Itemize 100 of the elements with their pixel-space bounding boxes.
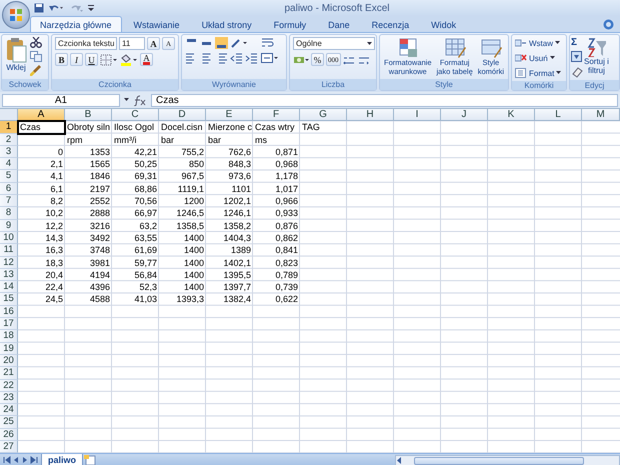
decrease-indent-icon[interactable] xyxy=(230,52,243,64)
row-header[interactable]: 16 xyxy=(0,306,18,318)
italic-button[interactable]: I xyxy=(70,53,83,66)
column-header[interactable]: H xyxy=(347,109,394,121)
office-button[interactable] xyxy=(2,1,30,29)
wrap-text-icon[interactable] xyxy=(261,37,274,49)
scroll-left-icon[interactable] xyxy=(396,457,402,464)
ribbon-tab[interactable]: Dane xyxy=(318,16,360,32)
row-header[interactable]: 9 xyxy=(0,220,18,232)
row-header[interactable]: 5 xyxy=(0,170,18,183)
row-header[interactable]: 10 xyxy=(0,232,18,244)
row-header[interactable]: 18 xyxy=(0,330,18,343)
align-bottom-icon[interactable] xyxy=(215,37,228,49)
row-header[interactable]: 26 xyxy=(0,428,18,442)
dropdown-icon[interactable] xyxy=(124,98,129,102)
row-header[interactable]: 25 xyxy=(0,416,18,429)
column-header[interactable]: B xyxy=(65,109,112,121)
row-header[interactable]: 6 xyxy=(0,182,18,196)
number-format-field[interactable]: Ogólne xyxy=(293,37,375,50)
row-header[interactable]: 23 xyxy=(0,392,18,404)
name-box[interactable]: A1 xyxy=(2,94,120,106)
dropdown-icon[interactable] xyxy=(550,56,555,60)
function-icon[interactable] xyxy=(133,94,147,106)
scroll-thumb[interactable] xyxy=(414,456,584,465)
sort-filter-button[interactable]: Sortuj i filtruj xyxy=(584,37,609,78)
row-header[interactable]: 15 xyxy=(0,293,18,306)
grow-font-button[interactable]: A xyxy=(147,37,160,50)
column-header[interactable]: I xyxy=(394,109,441,121)
font-size-field[interactable]: 11 xyxy=(119,37,145,50)
previous-sheet-icon[interactable] xyxy=(12,456,20,464)
cells-button[interactable]: Format xyxy=(515,67,562,79)
row-header[interactable]: 11 xyxy=(0,244,18,257)
row-header[interactable]: 19 xyxy=(0,342,18,355)
row-header[interactable]: 12 xyxy=(0,256,18,269)
column-header[interactable]: K xyxy=(488,109,535,121)
row-header[interactable]: 13 xyxy=(0,268,18,282)
column-header[interactable]: A xyxy=(18,109,65,121)
column-header[interactable]: J xyxy=(441,109,488,121)
scissors-icon[interactable] xyxy=(30,37,42,48)
fill-color-icon[interactable] xyxy=(120,54,138,66)
undo-icon[interactable] xyxy=(48,3,64,13)
brush-icon[interactable] xyxy=(30,65,42,76)
font-name-field[interactable]: Czcionka tekstu xyxy=(55,37,117,50)
ribbon-tab[interactable]: Widok xyxy=(421,16,466,32)
dropdown-icon[interactable] xyxy=(555,41,560,45)
eraser-icon[interactable] xyxy=(571,66,583,78)
ribbon-tab[interactable]: Formuły xyxy=(264,16,316,32)
paste-button[interactable]: Wklej xyxy=(5,37,27,77)
font-color-button[interactable]: A xyxy=(140,53,153,66)
row-header[interactable]: 17 xyxy=(0,318,18,330)
formula-field[interactable]: Czas xyxy=(151,94,618,106)
table-cell-text: 1397,7 xyxy=(222,281,252,294)
percent-button[interactable]: % xyxy=(311,53,324,66)
column-header[interactable]: E xyxy=(206,109,253,121)
align-center-icon[interactable] xyxy=(200,52,213,64)
fill-down-icon[interactable] xyxy=(571,51,583,63)
group-label: Schowek xyxy=(8,80,42,89)
table-cell-text: 755,2 xyxy=(180,146,205,158)
first-sheet-icon[interactable] xyxy=(3,456,11,464)
row-header[interactable]: 1 xyxy=(0,121,18,134)
ribbon-tab[interactable]: Recenzja xyxy=(362,16,420,32)
row-header[interactable]: 20 xyxy=(0,354,18,368)
next-sheet-icon[interactable] xyxy=(21,456,29,464)
row-header[interactable]: 27 xyxy=(0,441,18,454)
dropdown-icon[interactable] xyxy=(367,42,372,46)
dropdown-icon[interactable] xyxy=(556,71,562,75)
customize-icon[interactable] xyxy=(88,3,94,13)
increase-indent-icon[interactable] xyxy=(245,52,258,64)
column-header[interactable]: D xyxy=(159,109,206,121)
sheet-tab[interactable]: paliwo xyxy=(41,454,84,465)
horizontal-scrollbar[interactable] xyxy=(395,455,620,465)
cells-button[interactable]: Wstaw xyxy=(515,37,562,49)
clipboard-icon xyxy=(5,37,27,63)
underline-button[interactable]: U xyxy=(85,53,98,66)
merge-cells-icon[interactable] xyxy=(261,52,279,64)
text-angle-icon[interactable] xyxy=(230,37,248,49)
row-header[interactable]: 2 xyxy=(0,134,18,146)
column-header[interactable]: M xyxy=(582,109,620,121)
ribbon-tab[interactable]: Wstawianie xyxy=(124,16,190,32)
bold-button[interactable]: B xyxy=(55,53,68,66)
row-header[interactable]: 22 xyxy=(0,380,18,392)
ribbon-tab[interactable]: Narzędzia główne xyxy=(30,16,122,32)
row-header[interactable]: 4 xyxy=(0,158,18,170)
column-header[interactable]: F xyxy=(253,109,300,121)
border-icon[interactable] xyxy=(100,54,118,66)
row-header[interactable]: 14 xyxy=(0,281,18,294)
row-header[interactable]: 21 xyxy=(0,367,18,380)
column-header[interactable]: C xyxy=(112,109,159,121)
save-icon[interactable] xyxy=(34,3,44,13)
ribbon-tab[interactable]: Układ strony xyxy=(192,16,262,32)
column-header[interactable]: L xyxy=(535,109,582,121)
column-header[interactable]: G xyxy=(300,109,347,121)
row-header[interactable]: 8 xyxy=(0,207,18,220)
cells-button[interactable]: Usuń xyxy=(515,52,562,64)
row-header[interactable]: 3 xyxy=(0,146,18,158)
row-header[interactable]: 24 xyxy=(0,404,18,416)
help-icon[interactable] xyxy=(603,18,614,30)
last-sheet-icon[interactable] xyxy=(30,456,38,464)
autosum-button[interactable]: Σ xyxy=(571,37,583,48)
row-header[interactable]: 7 xyxy=(0,195,18,208)
